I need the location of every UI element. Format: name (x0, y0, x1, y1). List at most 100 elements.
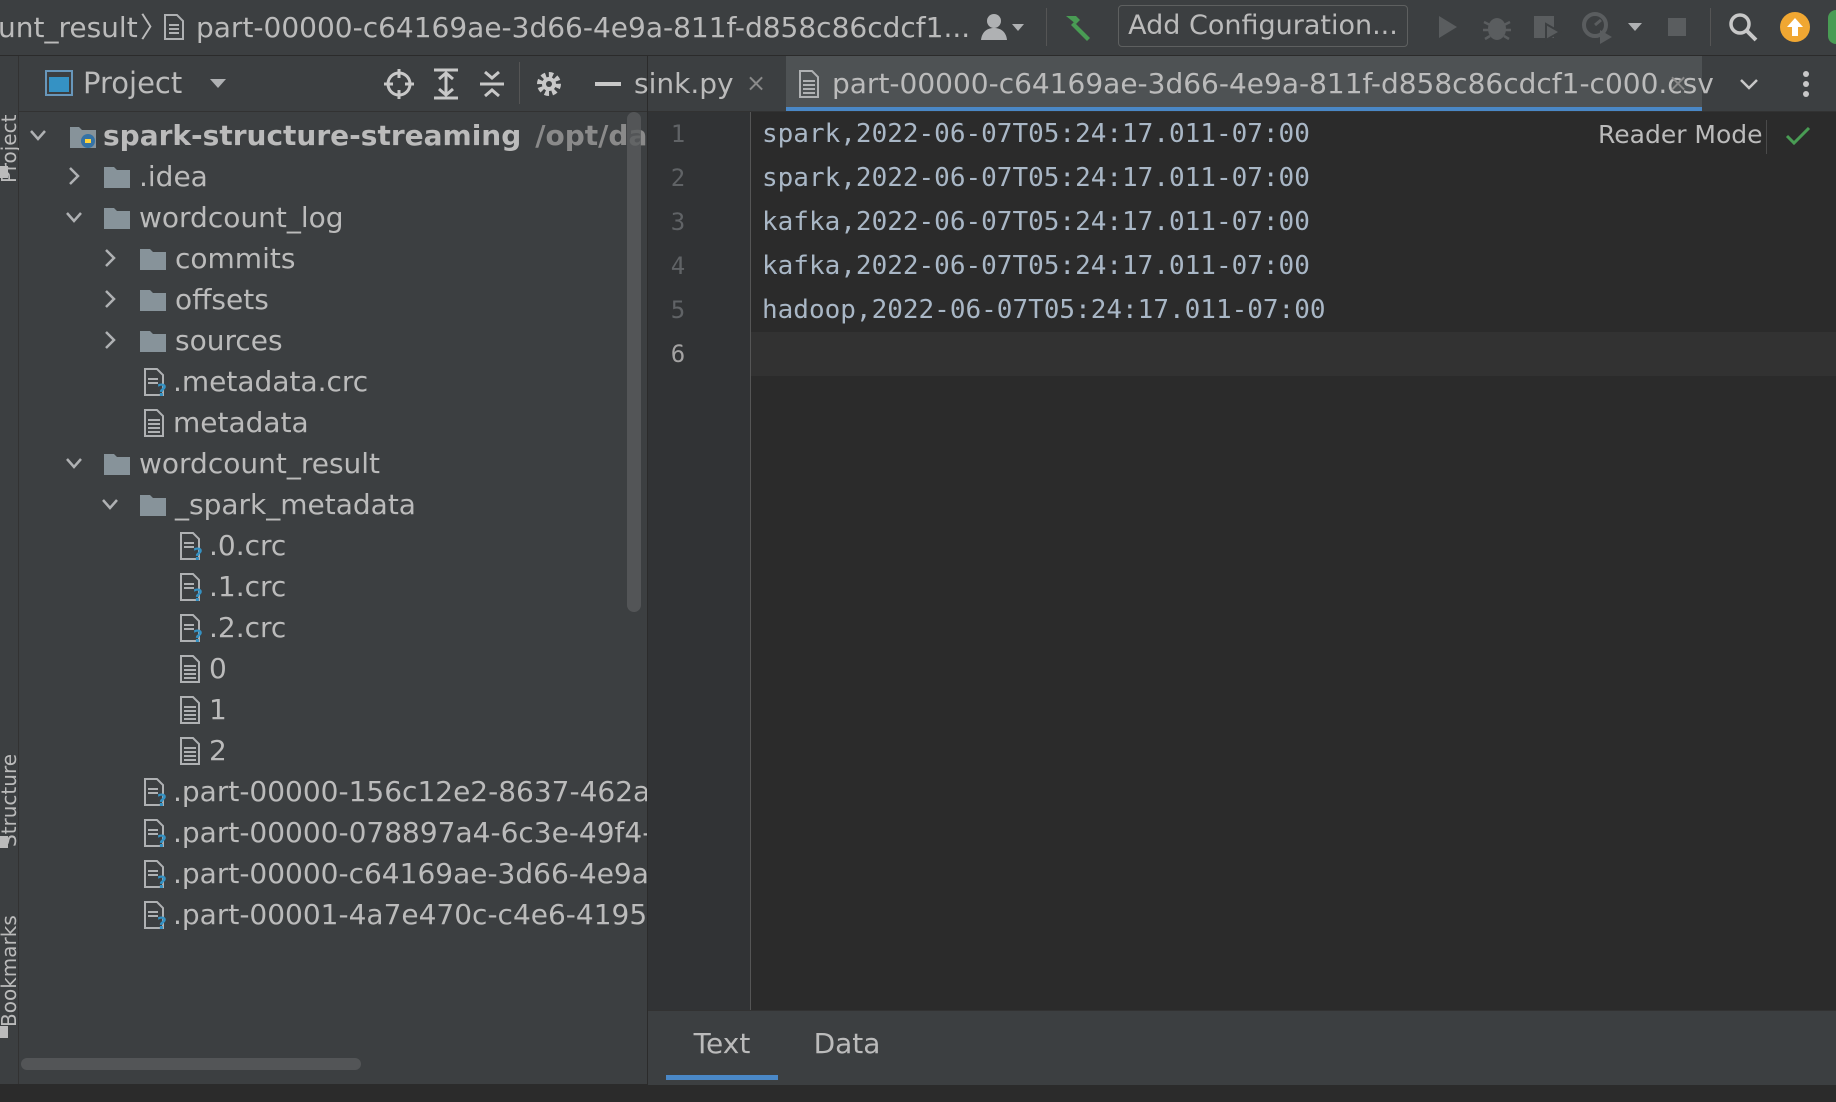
svg-text:?: ? (157, 381, 167, 396)
tree-vertical-scrollbar[interactable] (627, 112, 641, 612)
user-icon[interactable] (978, 12, 1030, 42)
structure-tool-window-button[interactable]: Structure (0, 737, 21, 847)
active-tab-indicator (786, 107, 1702, 111)
project-tool-icon (0, 166, 8, 178)
active-tab-indicator (666, 1075, 778, 1080)
chevron-down-icon[interactable] (1738, 74, 1760, 94)
run-options-dropdown-icon[interactable] (1626, 18, 1644, 36)
current-line-highlight (751, 332, 1836, 376)
profile-icon[interactable] (1580, 10, 1614, 44)
unknown-file-icon: ? (143, 368, 171, 396)
line-number: 6 (670, 340, 686, 368)
folder-icon (139, 286, 167, 314)
chevron-down-icon[interactable] (101, 493, 119, 515)
svg-text:?: ? (157, 914, 167, 929)
locate-file-icon[interactable] (383, 68, 415, 100)
code-line[interactable]: spark,2022-06-07T05:24:17.011-07:00 (762, 112, 1310, 156)
chevron-right-icon[interactable] (101, 288, 119, 310)
line-number: 5 (670, 296, 686, 324)
update-icon[interactable] (1778, 10, 1812, 44)
toolbar-divider (1710, 8, 1711, 46)
bookmarks-tool-icon (0, 1026, 8, 1038)
unknown-file-icon: ? (143, 778, 171, 806)
project-panel-header: Project (19, 56, 647, 112)
navigation-bar: unt_result 〉 part-00000-c64169ae-3d66-4e… (0, 0, 1836, 56)
python-project-folder-icon (69, 122, 97, 150)
reader-mode-button[interactable]: Reader Mode (1598, 120, 1763, 149)
debug-icon[interactable] (1480, 10, 1514, 44)
search-icon[interactable] (1726, 10, 1760, 44)
toolbar-divider (1046, 8, 1047, 46)
svg-text:?: ? (193, 586, 203, 601)
line-number: 3 (670, 208, 686, 236)
tree-item-label: .part-00001-4a7e470c-c4e6-4195-a (173, 898, 647, 931)
header-divider (519, 62, 520, 104)
tab-csv-file[interactable]: part-00000-c64169ae-3d66-4e9a-811f-d858c… (786, 56, 1714, 111)
more-options-icon[interactable] (1802, 70, 1810, 98)
code-editor[interactable]: 1 2 3 4 5 6 spark,2022-06-07T05:24:17.01… (648, 112, 1836, 1010)
text-file-icon (179, 696, 207, 724)
code-line[interactable]: kafka,2022-06-07T05:24:17.011-07:00 (762, 244, 1310, 288)
tab-label: part-00000-c64169ae-3d66-4e9a-811f-d858c… (832, 67, 1714, 100)
chevron-down-icon[interactable] (65, 452, 83, 474)
line-number: 1 (670, 120, 686, 148)
inspection-divider (1766, 120, 1767, 154)
structure-tool-icon (0, 836, 8, 848)
line-number-gutter: 1 2 3 4 5 6 (648, 112, 751, 1010)
text-file-icon (798, 70, 822, 98)
editor-tabs: sink.py × part-00000-c64169ae-3d66-4e9a-… (634, 56, 1836, 112)
view-dropdown-icon[interactable] (209, 76, 227, 92)
expand-all-icon[interactable] (431, 68, 461, 100)
svg-text:?: ? (193, 545, 203, 560)
close-icon[interactable]: × (746, 56, 766, 111)
status-indicator (1828, 10, 1836, 44)
svg-text:?: ? (157, 791, 167, 806)
tab-label: sink.py (634, 67, 734, 100)
collapse-all-icon[interactable] (477, 68, 507, 100)
unknown-file-icon: ? (179, 573, 207, 601)
unknown-file-icon: ? (143, 860, 171, 888)
text-file-icon (179, 737, 207, 765)
gear-icon[interactable] (533, 68, 565, 100)
add-configuration-button[interactable]: Add Configuration... (1118, 5, 1408, 47)
text-file-icon (164, 14, 184, 40)
hide-panel-icon[interactable] (595, 82, 621, 86)
tree-horizontal-scrollbar[interactable] (21, 1058, 361, 1070)
tree-item-file[interactable]: ? .part-00001-4a7e470c-c4e6-4195-a (19, 891, 647, 939)
project-tree: spark-structure-streaming/opt/data/sp .i… (19, 112, 647, 1102)
line-number: 4 (670, 252, 686, 280)
tab-text[interactable]: Text (666, 1011, 778, 1077)
code-line[interactable]: spark,2022-06-07T05:24:17.011-07:00 (762, 156, 1310, 200)
check-icon[interactable] (1784, 122, 1812, 150)
coverage-icon[interactable] (1530, 10, 1564, 44)
project-panel-title[interactable]: Project (83, 56, 182, 111)
line-number: 2 (670, 164, 686, 192)
tab-data[interactable]: Data (802, 1011, 892, 1077)
svg-text:?: ? (157, 832, 167, 847)
csv-view-tabs: Text Data (648, 1010, 1836, 1085)
chevron-down-icon[interactable] (65, 206, 83, 228)
chevron-down-icon[interactable] (29, 124, 47, 146)
code-line[interactable]: hadoop,2022-06-07T05:24:17.011-07:00 (762, 288, 1326, 332)
stop-icon[interactable] (1660, 10, 1694, 44)
breadcrumb-folder[interactable]: unt_result (0, 0, 138, 55)
folder-icon (139, 245, 167, 273)
bookmarks-tool-window-button[interactable]: Bookmarks (0, 915, 21, 1027)
run-icon[interactable] (1430, 10, 1464, 44)
close-icon[interactable]: × (1668, 56, 1688, 111)
svg-text:?: ? (193, 627, 203, 642)
chevron-right-icon[interactable] (101, 329, 119, 351)
project-panel: Project spark-structure-streaming/opt/da… (19, 56, 647, 1084)
hammer-icon[interactable] (1060, 10, 1094, 44)
text-file-icon (143, 409, 171, 437)
unknown-file-icon: ? (143, 901, 171, 929)
chevron-right-icon[interactable] (65, 165, 83, 187)
breadcrumb-file[interactable]: part-00000-c64169ae-3d66-4e9a-811f-d858c… (196, 0, 970, 55)
chevron-right-icon[interactable] (101, 247, 119, 269)
folder-icon (139, 491, 167, 519)
unknown-file-icon: ? (179, 532, 207, 560)
code-line[interactable]: kafka,2022-06-07T05:24:17.011-07:00 (762, 200, 1310, 244)
unknown-file-icon: ? (179, 614, 207, 642)
unknown-file-icon: ? (143, 819, 171, 847)
folder-icon (103, 163, 131, 191)
